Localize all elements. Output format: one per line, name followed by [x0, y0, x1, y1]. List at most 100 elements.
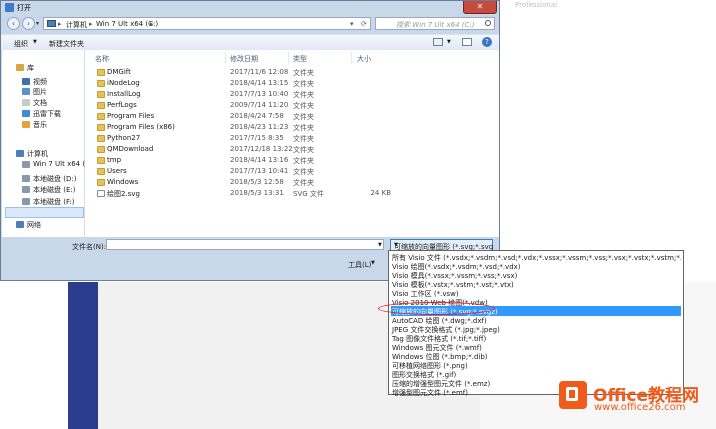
file-name: Python27 [107, 134, 141, 142]
folder-icon [97, 157, 105, 164]
background-blue-strip [68, 282, 98, 429]
folder-icon [97, 124, 105, 131]
file-date: 2018/5/3 13:31 [230, 189, 284, 197]
download-icon [22, 110, 30, 117]
sidebar-item-label: 音乐 [33, 121, 47, 129]
chevron-down-icon[interactable]: ▼ [378, 242, 382, 248]
column-header-name[interactable]: 名称 [95, 54, 109, 64]
file-type: 文件夹 [293, 179, 314, 187]
filename-label: 文件名(N): [72, 243, 107, 251]
view-options-icon[interactable] [433, 38, 443, 46]
table-row[interactable]: Program Files (x86) 2018/4/23 11:23 文件夹 [85, 122, 499, 133]
computer-icon [47, 20, 56, 27]
folder-icon [97, 69, 105, 76]
folder-icon [97, 179, 105, 186]
file-type: 文件夹 [293, 113, 314, 121]
sidebar-item-label: 网络 [27, 221, 41, 229]
file-name: DMGift [107, 68, 131, 76]
command-toolbar: 组织 ▼ 新建文件夹 ▼ ? [1, 34, 499, 51]
close-button[interactable]: ✕ [463, 1, 497, 14]
file-name: QMDownload [107, 145, 154, 153]
chevron-right-icon[interactable]: ▸ [150, 20, 154, 28]
table-row[interactable]: PerfLogs 2009/7/14 11:20 文件夹 [85, 100, 499, 111]
drive-icon [22, 186, 30, 193]
table-row[interactable]: Program Files 2018/4/24 7:58 文件夹 [85, 111, 499, 122]
chevron-down-icon[interactable]: ▼ [394, 242, 398, 248]
network-icon [16, 221, 24, 228]
column-header-size[interactable]: 大小 [357, 54, 371, 64]
breadcrumb-computer[interactable]: 计算机 [66, 20, 87, 30]
pictures-icon [22, 88, 30, 95]
chevron-down-icon[interactable]: ▼ [371, 260, 375, 266]
file-date: 2018/4/14 13:16 [230, 156, 289, 164]
column-divider[interactable] [351, 52, 352, 63]
back-button[interactable]: ‹ [7, 17, 20, 30]
file-type: 文件夹 [293, 69, 314, 77]
table-row[interactable]: iNodeLog 2018/4/14 13:15 文件夹 [85, 78, 499, 89]
file-type: SVG 文件 [293, 190, 324, 198]
navigation-pane: 库视频 图片 文档 迅雷下载 音乐 计算机 Win 7 Ult x64 (本地磁盘 (D:)… [2, 50, 85, 237]
folder-icon [97, 80, 105, 87]
title-bar[interactable]: 打开 ✕ [1, 1, 499, 15]
filetype-dropdown-list: 所有 Visio 文件 (*.vsdx;*.vsdm;*.vsd;*.vdx;*… [388, 250, 684, 397]
file-type: 文件夹 [293, 102, 314, 110]
sidebar-item-label: 迅雷下载 [33, 110, 61, 118]
chevron-down-icon[interactable]: ▼ [447, 39, 451, 45]
chevron-right-icon[interactable]: ▸ [89, 20, 93, 28]
preview-pane-icon[interactable] [462, 38, 472, 46]
office-logo-icon [559, 381, 587, 409]
file-date: 2018/4/24 7:58 [230, 112, 284, 120]
file-date: 2009/7/14 11:20 [230, 101, 289, 109]
file-date: 2017/12/18 13:22 [230, 145, 293, 153]
open-file-dialog: 打开 ✕ ‹ › ▾ ▸ 计算机 ▸ Win 7 Ult x64 (C:) ▸ … [0, 0, 500, 281]
table-row[interactable]: tmp 2018/4/14 13:16 文件夹 [85, 155, 499, 166]
table-row[interactable]: DMGift 2017/11/6 12:08 文件夹 [85, 67, 499, 78]
organize-button[interactable]: 组织 [14, 39, 28, 49]
nav-selection-highlight [5, 207, 84, 218]
music-icon [22, 121, 30, 128]
file-name: PerfLogs [107, 101, 137, 109]
folder-icon [97, 135, 105, 142]
drive-icon [22, 175, 30, 182]
app-icon [5, 3, 14, 12]
column-divider[interactable] [225, 52, 226, 63]
new-folder-button[interactable]: 新建文件夹 [49, 39, 84, 49]
table-row[interactable]: InstallLog 2017/7/13 10:40 文件夹 [85, 89, 499, 100]
refresh-icon[interactable]: ⟳ [361, 20, 367, 28]
tools-button[interactable]: 工具(L) [348, 260, 371, 270]
file-name: Users [107, 167, 127, 175]
chevron-down-icon[interactable]: ▾ [350, 20, 354, 28]
help-icon[interactable]: ? [482, 37, 492, 47]
file-date: 2017/11/6 12:08 [230, 68, 289, 76]
filename-input[interactable] [106, 239, 384, 250]
table-row[interactable]: Python27 2017/7/15 8:35 文件夹 [85, 133, 499, 144]
sidebar-item-label: 图片 [33, 88, 47, 96]
column-divider[interactable] [288, 52, 289, 63]
address-bar[interactable]: ▸ 计算机 ▸ Win 7 Ult x64 (C:) ▸ ▾ ⟳ [43, 17, 371, 30]
search-input[interactable]: 搜索 Win 7 Ult x64 (C:) [375, 17, 495, 30]
table-row[interactable]: Windows 2018/5/3 12:58 文件夹 [85, 177, 499, 188]
folder-icon [97, 102, 105, 109]
table-row[interactable]: QMDownload 2017/12/18 13:22 文件夹 [85, 144, 499, 155]
logo-url: www.office26.com [594, 402, 686, 413]
sidebar-item-label: 本地磁盘 (E:) [33, 186, 76, 194]
file-name: 绘图2.svg [107, 190, 140, 198]
forward-button[interactable]: › [22, 17, 35, 30]
recent-locations-dropdown[interactable]: ▾ [36, 20, 39, 27]
file-type: 文件夹 [293, 157, 314, 165]
file-type: 文件夹 [293, 80, 314, 88]
chevron-right-icon[interactable]: ▸ [58, 20, 62, 28]
search-icon[interactable] [485, 20, 491, 26]
file-date: 2017/7/13 10:41 [230, 167, 289, 175]
drive-icon [22, 198, 30, 205]
folder-icon [97, 146, 105, 153]
table-row[interactable]: Users 2017/7/13 10:41 文件夹 [85, 166, 499, 177]
folder-icon [97, 113, 105, 120]
column-header-date[interactable]: 修改日期 [230, 54, 258, 64]
address-row: ‹ › ▾ ▸ 计算机 ▸ Win 7 Ult x64 (C:) ▸ ▾ ⟳ 搜… [1, 16, 499, 32]
table-row[interactable]: 绘图2.svg 2018/5/3 13:31 SVG 文件 24 KB [85, 188, 499, 199]
breadcrumb-drive[interactable]: Win 7 Ult x64 (C:) [96, 20, 158, 28]
column-header-type[interactable]: 类型 [293, 54, 307, 64]
chevron-down-icon[interactable]: ▼ [33, 39, 37, 45]
file-name: Windows [107, 178, 139, 186]
